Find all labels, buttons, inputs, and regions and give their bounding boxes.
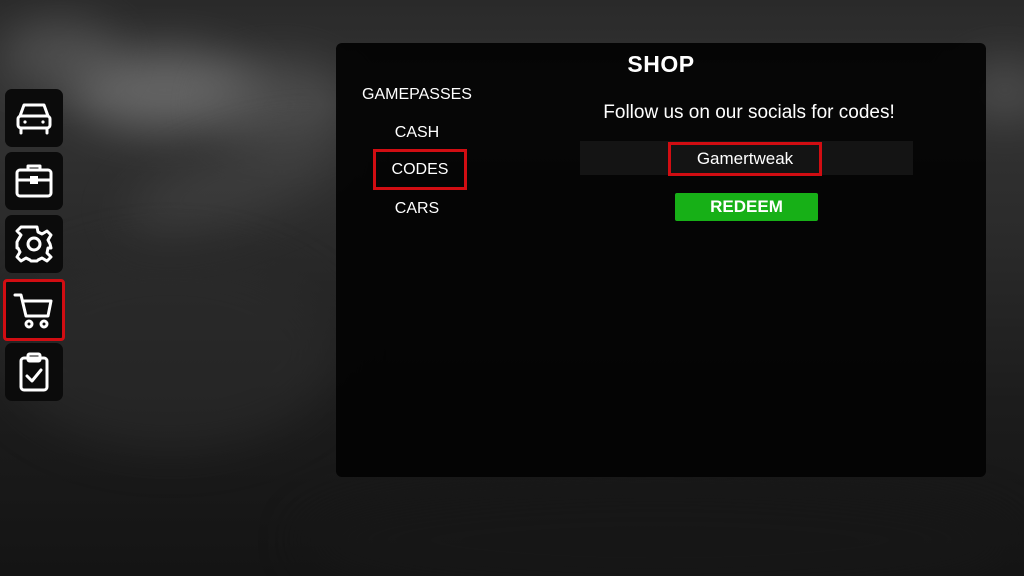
code-input[interactable] [668,142,822,176]
car-icon [16,103,52,135]
redeem-button[interactable]: REDEEM [675,193,818,221]
nav-jobs-button[interactable] [5,152,63,210]
tab-gamepasses[interactable]: GAMEPASSES [337,86,497,104]
codes-message: Follow us on our socials for codes! [603,102,895,123]
tab-codes[interactable]: CODES [373,149,467,190]
shopping-cart-icon [13,293,53,329]
clipboard-check-icon [19,352,49,392]
nav-vehicles-button[interactable] [5,89,63,147]
tab-cash[interactable]: CASH [337,124,497,142]
nav-tasks-button[interactable] [5,343,63,401]
tab-cars[interactable]: CARS [337,200,497,218]
gear-icon [15,225,53,263]
shop-title: SHOP [627,51,695,77]
nav-settings-button[interactable] [5,215,63,273]
nav-shop-button[interactable] [3,279,65,341]
briefcase-icon [15,164,53,198]
